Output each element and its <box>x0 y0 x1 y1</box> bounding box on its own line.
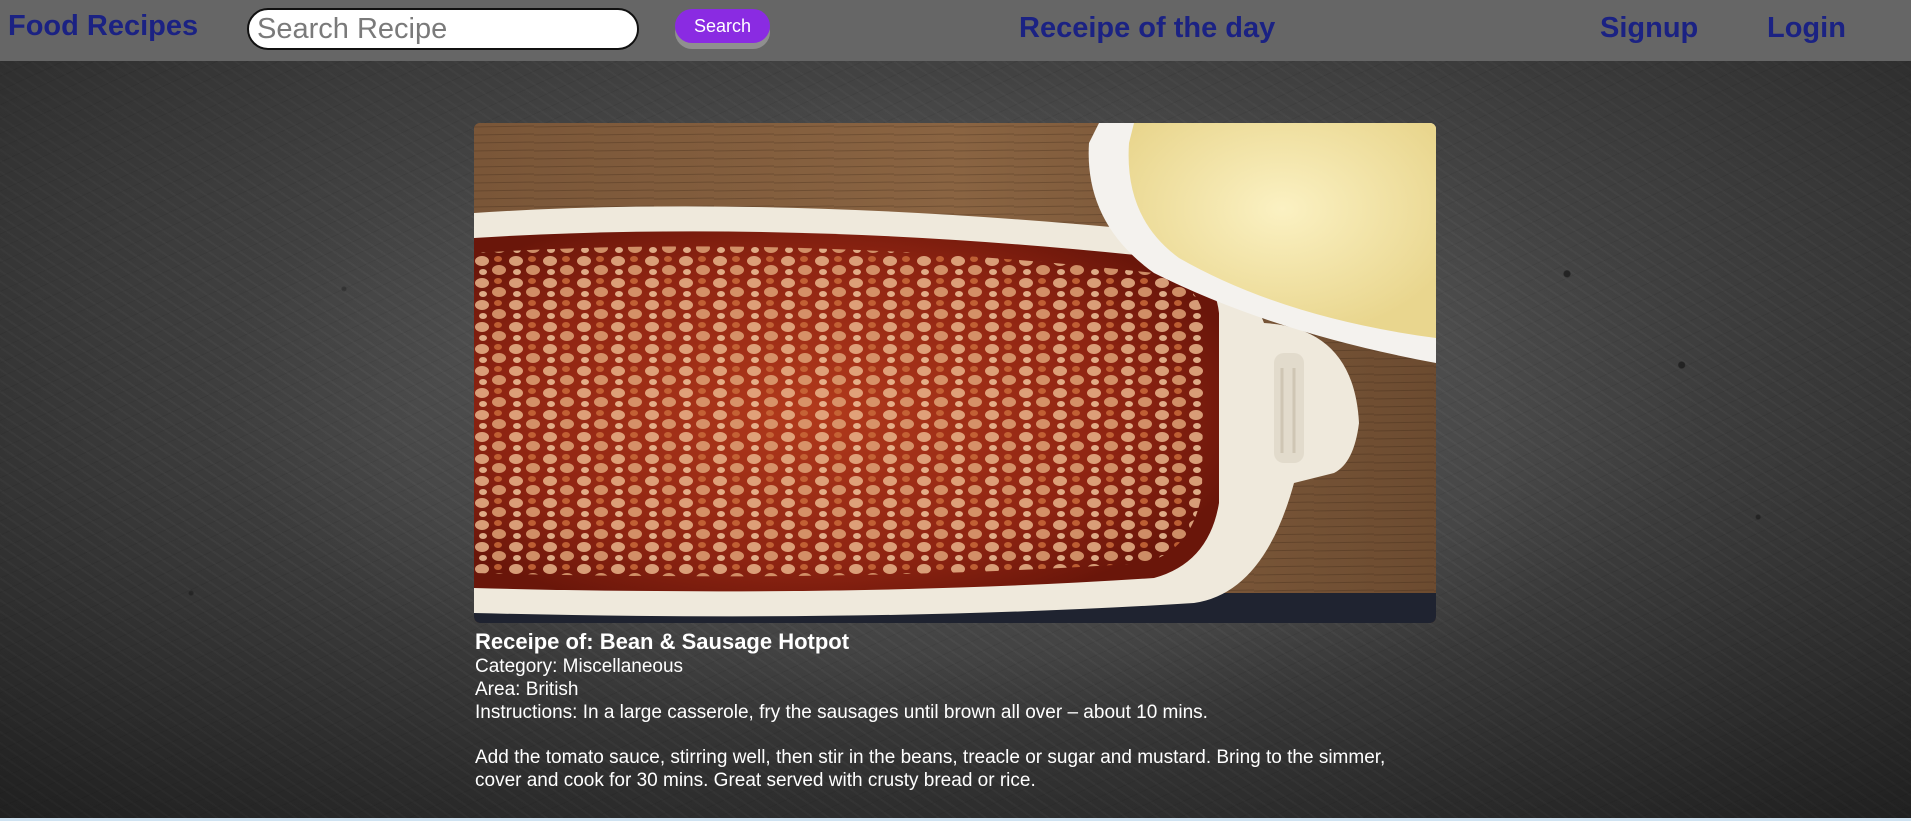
login-link[interactable]: Login <box>1767 12 1846 45</box>
recipe-title: Receipe of: Bean & Sausage Hotpot <box>475 629 850 654</box>
navbar: Food Recipes Search Receipe of the day S… <box>0 0 1911 61</box>
recipe-image <box>474 123 1436 623</box>
recipe-of-the-day-link[interactable]: Receipe of the day <box>1019 12 1275 45</box>
brand-link[interactable]: Food Recipes <box>8 10 198 43</box>
search-button[interactable]: Search <box>675 9 770 43</box>
search-input[interactable] <box>247 8 639 50</box>
recipe-area: Area: British <box>475 679 579 700</box>
recipe-instructions-line-1: Instructions: In a large casserole, fry … <box>475 702 1208 723</box>
signup-link[interactable]: Signup <box>1600 12 1698 45</box>
recipe-details: Receipe of: Bean & Sausage Hotpot Catego… <box>475 629 1445 792</box>
recipe-category: Category: Miscellaneous <box>475 656 684 677</box>
recipe-instructions-line-3: cover and cook for 30 mins. Great served… <box>475 770 1036 791</box>
recipe-instructions-line-2: Add the tomato sauce, stirring well, the… <box>475 747 1386 768</box>
